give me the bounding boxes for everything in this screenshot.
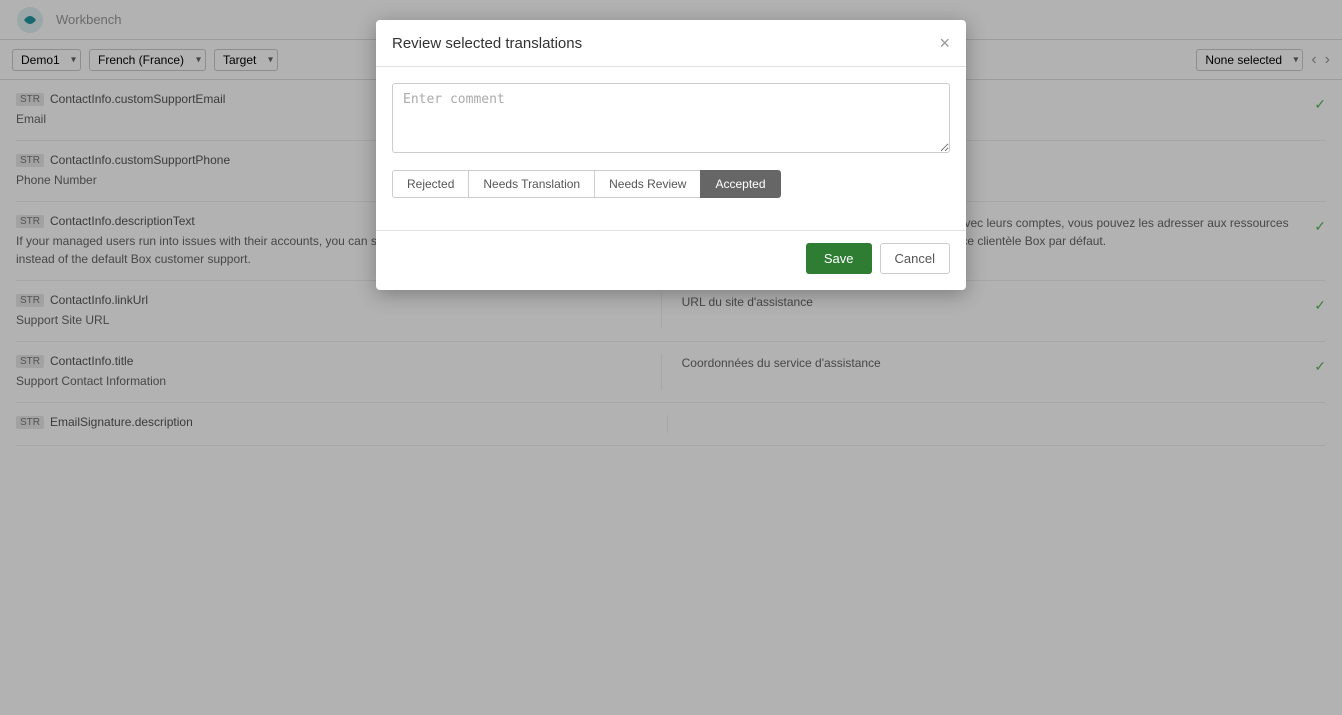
status-rejected-button[interactable]: Rejected xyxy=(392,170,468,198)
modal-divider xyxy=(376,230,966,231)
status-needs-review-button[interactable]: Needs Review xyxy=(594,170,700,198)
modal-title: Review selected translations xyxy=(392,35,582,52)
close-button[interactable]: × xyxy=(939,34,950,52)
status-accepted-button[interactable]: Accepted xyxy=(700,170,780,198)
status-buttons-group: Rejected Needs Translation Needs Review … xyxy=(392,170,950,198)
modal-body: Rejected Needs Translation Needs Review … xyxy=(376,67,966,214)
save-button[interactable]: Save xyxy=(806,243,872,274)
review-modal: Review selected translations × Rejected … xyxy=(376,20,966,290)
modal-header: Review selected translations × xyxy=(376,20,966,67)
modal-footer: Save Cancel xyxy=(376,243,966,290)
status-needs-translation-button[interactable]: Needs Translation xyxy=(468,170,594,198)
modal-overlay: Review selected translations × Rejected … xyxy=(0,0,1342,715)
comment-textarea[interactable] xyxy=(392,83,950,153)
cancel-button[interactable]: Cancel xyxy=(880,243,950,274)
